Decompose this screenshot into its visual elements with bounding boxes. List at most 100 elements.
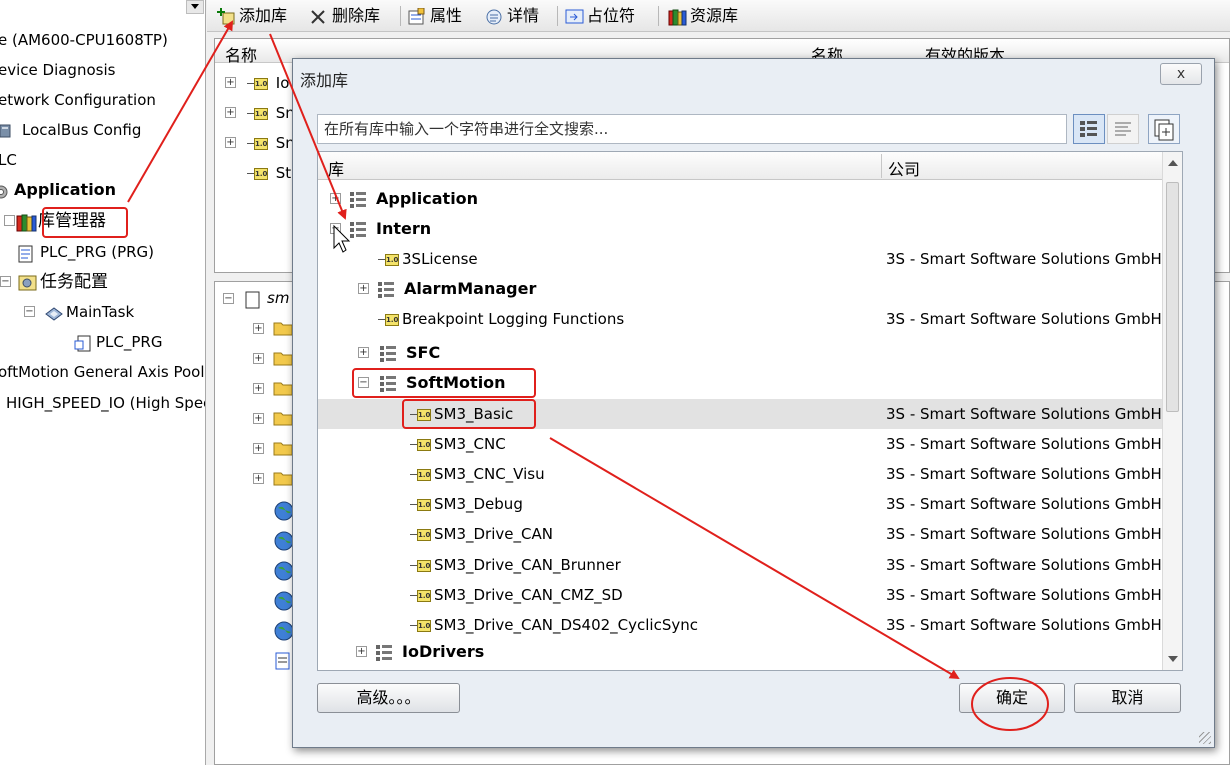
- resize-grip[interactable]: [1199, 732, 1211, 744]
- expander[interactable]: +: [356, 646, 367, 657]
- advanced-button[interactable]: 高级。。。: [317, 683, 460, 713]
- program-call-icon: [74, 335, 92, 351]
- column-company[interactable]: 公司: [888, 156, 920, 180]
- properties-icon: [408, 7, 426, 26]
- repository-button[interactable]: 资源库: [668, 4, 738, 28]
- library-row-sm3-cnc-visu[interactable]: 1.0 SM3_CNC_Visu 3S - Smart Software Solu…: [318, 459, 1162, 489]
- copy-view-icon: [1154, 119, 1174, 141]
- category-view-button[interactable]: [1073, 114, 1105, 144]
- library-row[interactable]: 1.0 Sn: [247, 103, 295, 123]
- placeholder-button[interactable]: 占位符: [565, 4, 635, 28]
- tree-connector: [4, 215, 15, 226]
- folder-icon: [273, 380, 293, 396]
- expander[interactable]: +: [253, 413, 264, 424]
- group-row-softmotion[interactable]: − SoftMotion: [318, 368, 1162, 398]
- expander[interactable]: +: [358, 283, 369, 294]
- library-root[interactable]: sm: [245, 288, 289, 308]
- scroll-up-icon[interactable]: [1168, 160, 1178, 166]
- expander[interactable]: +: [253, 323, 264, 334]
- library-icon: 1.0: [410, 468, 432, 482]
- column-library[interactable]: 库: [328, 156, 344, 180]
- search-input[interactable]: [318, 115, 1066, 143]
- folder-icon: [273, 410, 293, 426]
- expander[interactable]: +: [225, 107, 236, 118]
- expander[interactable]: +: [225, 137, 236, 148]
- library-row-sm3-drive-can[interactable]: 1.0 SM3_Drive_CAN 3S - Smart Software Sol…: [318, 519, 1162, 549]
- task-config-icon: [18, 274, 37, 291]
- tree-item-task-configuration[interactable]: 任务配置: [18, 272, 108, 292]
- library-row-sm3-drive-can-ds402[interactable]: 1.0 SM3_Drive_CAN_DS402_CyclicSync 3S - S…: [318, 610, 1162, 640]
- list-view-button[interactable]: [1107, 114, 1139, 144]
- tree-item-network-configuration[interactable]: etwork Configuration: [0, 90, 156, 110]
- detail-view-button[interactable]: [1148, 114, 1180, 144]
- splitter[interactable]: [206, 32, 214, 765]
- toolbar-separator: [658, 6, 659, 26]
- tree-item-localbus-config[interactable]: LocalBus Config: [0, 120, 141, 140]
- group-row-application[interactable]: + Application: [318, 184, 1162, 214]
- expander[interactable]: +: [225, 77, 236, 88]
- tree-item-plc-prg-call[interactable]: PLC_PRG: [74, 332, 162, 352]
- expander[interactable]: +: [253, 353, 264, 364]
- group-row-sfc[interactable]: + SFC: [318, 338, 1162, 368]
- details-button[interactable]: 详情: [485, 4, 539, 28]
- task-icon: [44, 305, 63, 321]
- expander[interactable]: +: [253, 383, 264, 394]
- expander[interactable]: +: [358, 347, 369, 358]
- expander[interactable]: −: [330, 223, 341, 234]
- scroll-thumb[interactable]: [1166, 182, 1179, 412]
- ok-button[interactable]: 确定: [959, 683, 1065, 713]
- expander[interactable]: +: [253, 473, 264, 484]
- expander[interactable]: +: [253, 443, 264, 454]
- document-icon: [245, 291, 263, 308]
- close-button[interactable]: x: [1160, 63, 1202, 85]
- library-row-sm3-debug[interactable]: 1.0 SM3_Debug 3S - Smart Software Solutio…: [318, 489, 1162, 519]
- expander[interactable]: −: [358, 377, 369, 388]
- scroll-down-icon[interactable]: [1168, 656, 1178, 662]
- toolbar-separator: [400, 6, 401, 26]
- expander[interactable]: −: [223, 293, 234, 304]
- expander-maintask[interactable]: −: [24, 306, 35, 317]
- tree-item-plc[interactable]: LC: [0, 150, 17, 170]
- library-row-breakpoint-logging[interactable]: 1.0 Breakpoint Logging Functions 3S - Sma…: [318, 304, 1162, 334]
- tree-item-softmotion-axis-pool[interactable]: oftMotion General Axis Pool: [0, 362, 205, 382]
- tree-item-application[interactable]: Application: [0, 180, 116, 200]
- group-row-alarmmanager[interactable]: + AlarmManager: [318, 274, 1162, 304]
- tree-item-device-diagnosis[interactable]: evice Diagnosis: [0, 60, 115, 80]
- list-view-icon: [1115, 122, 1131, 136]
- document-icon: [275, 652, 293, 670]
- library-icon: 1.0: [410, 438, 432, 452]
- column-name[interactable]: 名称: [225, 42, 257, 66]
- library-row-sm3-drive-can-brunner[interactable]: 1.0 SM3_Drive_CAN_Brunner 3S - Smart Soft…: [318, 550, 1162, 580]
- library-row[interactable]: 1.0 Io: [247, 73, 289, 93]
- tree-item-high-speed-io[interactable]: HIGH_SPEED_IO (High Speed: [6, 393, 205, 413]
- dialog-title: 添加库: [300, 71, 349, 90]
- folder-icon: [273, 440, 293, 456]
- library-icon: 1.0: [410, 559, 432, 573]
- category-icon: [378, 373, 400, 395]
- delete-library-button[interactable]: 删除库: [310, 4, 380, 28]
- vertical-scrollbar[interactable]: [1162, 152, 1182, 670]
- device-tree: e (AM600-CPU1608TP) evice Diagnosis etwo…: [0, 0, 206, 765]
- expander[interactable]: +: [330, 193, 341, 204]
- properties-button[interactable]: 属性: [408, 4, 462, 28]
- tree-item-maintask[interactable]: MainTask: [44, 302, 134, 322]
- library-row-3slicense[interactable]: 1.0 3SLicense 3S - Smart Software Solutio…: [318, 244, 1162, 274]
- library-row-sm3-cnc[interactable]: 1.0 SM3_CNC 3S - Smart Software Solutions…: [318, 429, 1162, 459]
- group-row-intern[interactable]: − Intern: [318, 214, 1162, 244]
- library-row[interactable]: 1.0 St: [247, 163, 291, 183]
- add-library-button[interactable]: 添加库: [217, 4, 287, 28]
- add-library-dialog: 添加库 x 库 公司 + Application − Intern 1.03SL…: [292, 58, 1215, 748]
- expander-task-config[interactable]: −: [0, 276, 11, 287]
- search-field[interactable]: [317, 114, 1067, 144]
- tree-item-plc-prg[interactable]: PLC_PRG (PRG): [18, 242, 154, 262]
- group-row-iodrivers[interactable]: + IoDrivers: [318, 637, 1162, 667]
- folder-icon: [273, 470, 293, 486]
- cancel-button[interactable]: 取消: [1074, 683, 1181, 713]
- folder-icon: [273, 350, 293, 366]
- library-icon: 1.0: [378, 253, 400, 267]
- tree-dropdown-arrow[interactable]: [186, 0, 204, 14]
- tree-item-device[interactable]: e (AM600-CPU1608TP): [0, 30, 168, 50]
- library-row-sm3-basic[interactable]: 1.0 SM3_Basic 3S - Smart Software Solutio…: [318, 399, 1162, 429]
- library-row-sm3-drive-can-cmz-sd[interactable]: 1.0 SM3_Drive_CAN_CMZ_SD 3S - Smart Softw…: [318, 580, 1162, 610]
- library-row[interactable]: 1.0 Sn: [247, 133, 295, 153]
